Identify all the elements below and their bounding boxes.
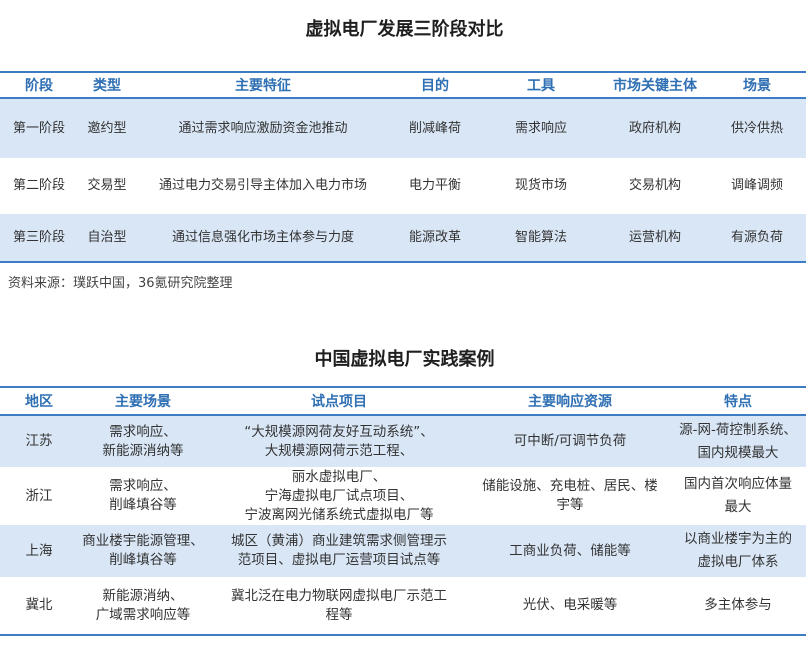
table-row: 第一阶段 邀约型 通过需求响应激励资金池推动 削减峰荷 需求响应 政府机构 供冷… <box>0 98 806 158</box>
cell-line: 城区（黄浦）商业建筑需求侧管理示 <box>231 533 447 549</box>
table-cell: 能源改革 <box>408 229 461 245</box>
cell-line: 宇等 <box>556 497 584 513</box>
scene-cell: 新能源消纳、 广域需求响应等 <box>78 577 208 635</box>
cell-line: 宁海虚拟电厂试点项目、 <box>264 487 414 504</box>
source-note: 资料来源：璞跃中国，36氪研究院整理 <box>8 276 233 291</box>
cell-line: 削峰填谷等 <box>109 497 177 513</box>
resource-cell: 可中断/可调节负荷 <box>470 415 670 467</box>
table-header-row: 地区 主要场景 试点项目 主要响应资源 特点 <box>0 386 806 416</box>
cell-line: 新能源消纳、 <box>102 587 184 604</box>
region-cell: 冀北 <box>25 597 53 613</box>
column-header: 类型 <box>78 71 136 99</box>
cell-line: 国内规模最大 <box>697 444 779 461</box>
table-cell: 第二阶段 <box>12 178 65 193</box>
cell-line: 国内首次响应体量 <box>684 476 792 492</box>
cell-line: 工商业负荷、储能等 <box>509 542 631 559</box>
table-cell: 调峰调频 <box>730 178 783 193</box>
cell-line: 范项目、虚拟电厂运营项目试点等 <box>237 552 441 568</box>
cell-line: 最大 <box>724 499 752 515</box>
cell-line: 商业楼宇能源管理、 <box>82 533 204 549</box>
resource-cell: 光伏、电采暖等 <box>470 577 670 635</box>
feature-cell: 国内首次响应体量 最大 <box>670 467 806 525</box>
column-header: 场景 <box>708 71 806 99</box>
table-header-row: 阶段 类型 主要特征 目的 工具 市场关键主体 场景 <box>0 71 806 99</box>
cell-line: 光伏、电采暖等 <box>522 597 618 613</box>
cell-line: 可中断/可调节负荷 <box>513 433 627 449</box>
feature-cell: 多主体参与 <box>670 577 806 635</box>
region-cell: 浙江 <box>25 487 53 504</box>
table-cell: 交易机构 <box>628 178 681 193</box>
cell-line: 冀北泛在电力物联网虚拟电厂示范工 <box>231 587 447 604</box>
practice-cases-table: 地区 主要场景 试点项目 主要响应资源 特点 江苏 需求响应、 新能源消纳等 “… <box>0 386 806 636</box>
table-cell: 交易型 <box>87 178 127 193</box>
resource-cell: 储能设施、充电桩、居民、楼 宇等 <box>470 467 670 525</box>
cell-line: 广域需求响应等 <box>95 606 191 623</box>
table-cell: 需求响应 <box>514 120 567 136</box>
cell-line: 削峰填谷等 <box>109 552 177 568</box>
scene-cell: 需求响应、 削峰填谷等 <box>78 467 208 525</box>
cell-line: 大规模源网荷示范工程、 <box>264 442 414 459</box>
table-cell: 运营机构 <box>628 229 681 245</box>
project-cell: 城区（黄浦）商业建筑需求侧管理示 范项目、虚拟电厂运营项目试点等 <box>208 525 470 577</box>
table-row: 江苏 需求响应、 新能源消纳等 “大规模源网荷友好互动系统”、 大规模源网荷示范… <box>0 415 806 467</box>
column-header: 目的 <box>390 71 480 99</box>
table-cell: 供冷供热 <box>730 120 783 136</box>
table-cell: 邀约型 <box>87 120 127 136</box>
table-cell: 有源负荷 <box>730 229 783 245</box>
cell-line: “大规模源网荷友好互动系统”、 <box>244 423 434 440</box>
table2-title: 中国虚拟电厂实践案例 <box>314 349 495 370</box>
resource-cell: 工商业负荷、储能等 <box>470 525 670 577</box>
table-cell: 第三阶段 <box>12 229 65 245</box>
table-row: 冀北 新能源消纳、 广域需求响应等 冀北泛在电力物联网虚拟电厂示范工 程等 光伏… <box>0 577 806 635</box>
cell-line: 需求响应、 <box>109 478 177 494</box>
cell-line: 宁波离网光储系统式虚拟电厂等 <box>244 506 434 523</box>
stage-comparison-table: 阶段 类型 主要特征 目的 工具 市场关键主体 场景 第一阶段 邀约型 通过需求… <box>0 71 806 263</box>
column-header: 阶段 <box>0 71 78 99</box>
cell-line: 新能源消纳等 <box>102 442 184 459</box>
table-row: 上海 商业楼宇能源管理、 削峰填谷等 城区（黄浦）商业建筑需求侧管理示 范项目、… <box>0 525 806 577</box>
table-row: 第二阶段 交易型 通过电力交易引导主体加入电力市场 电力平衡 现货市场 交易机构… <box>0 158 806 214</box>
table-cell: 智能算法 <box>514 229 567 245</box>
cell-line: 多主体参与 <box>704 597 772 613</box>
table-cell: 通过需求响应激励资金池推动 <box>178 120 348 136</box>
column-header: 特点 <box>670 386 806 416</box>
table-cell: 现货市场 <box>514 178 567 193</box>
region-cell: 江苏 <box>25 433 53 449</box>
cell-line: 丽水虚拟电厂、 <box>291 468 387 485</box>
region-cell: 上海 <box>25 542 53 559</box>
project-cell: 冀北泛在电力物联网虚拟电厂示范工 程等 <box>208 577 470 635</box>
table1-title: 虚拟电厂发展三阶段对比 <box>305 19 504 40</box>
cell-line: 虚拟电厂体系 <box>697 554 779 570</box>
column-header: 主要特征 <box>136 71 390 99</box>
project-cell: 丽水虚拟电厂、 宁海虚拟电厂试点项目、 宁波离网光储系统式虚拟电厂等 <box>208 467 470 525</box>
table-cell: 电力平衡 <box>408 178 461 193</box>
column-header: 主要场景 <box>78 386 208 416</box>
scene-cell: 商业楼宇能源管理、 削峰填谷等 <box>78 525 208 577</box>
table-row: 浙江 需求响应、 削峰填谷等 丽水虚拟电厂、 宁海虚拟电厂试点项目、 宁波离网光… <box>0 467 806 525</box>
cell-line: 源-网-荷控制系统、 <box>679 421 797 438</box>
cell-line: 以商业楼宇为主的 <box>684 531 792 547</box>
table-cell: 削减峰荷 <box>408 120 461 136</box>
feature-cell: 源-网-荷控制系统、 国内规模最大 <box>670 415 806 467</box>
table-cell: 通过电力交易引导主体加入电力市场 <box>158 178 367 193</box>
feature-cell: 以商业楼宇为主的 虚拟电厂体系 <box>670 525 806 577</box>
table-cell: 第一阶段 <box>12 120 65 136</box>
table-cell: 自治型 <box>87 229 127 245</box>
scene-cell: 需求响应、 新能源消纳等 <box>78 415 208 467</box>
column-header: 主要响应资源 <box>470 386 670 416</box>
column-header: 工具 <box>480 71 602 99</box>
table-row: 第三阶段 自治型 通过信息强化市场主体参与力度 能源改革 智能算法 运营机构 有… <box>0 214 806 262</box>
table-cell: 通过信息强化市场主体参与力度 <box>171 229 354 245</box>
column-header: 试点项目 <box>208 386 470 416</box>
cell-line: 需求响应、 <box>109 423 177 440</box>
table-cell: 政府机构 <box>628 120 681 136</box>
column-header: 市场关键主体 <box>602 71 708 99</box>
cell-line: 储能设施、充电桩、居民、楼 <box>482 478 658 494</box>
column-header: 地区 <box>0 386 78 416</box>
cell-line: 程等 <box>325 606 353 623</box>
project-cell: “大规模源网荷友好互动系统”、 大规模源网荷示范工程、 <box>208 415 470 467</box>
